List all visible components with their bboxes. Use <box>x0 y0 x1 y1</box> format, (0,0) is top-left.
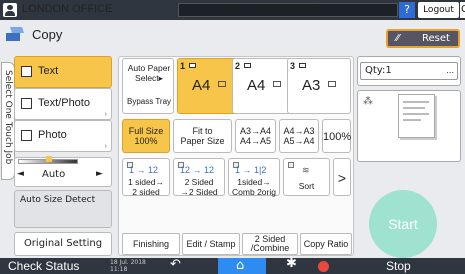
mode-text-button[interactable]: Text <box>14 56 112 88</box>
preview-paper-icon <box>398 94 435 138</box>
mode-text-photo-button[interactable]: Text/Photo › <box>14 88 112 120</box>
mode-photo-button[interactable]: Photo › <box>14 120 112 152</box>
duplex-2-to-2-icon: 12 → 12 <box>180 165 215 175</box>
auto-paper-select-button[interactable]: Auto Paper Select▸ Bypass Tray <box>122 58 174 114</box>
tab-edit-stamp[interactable]: Edit / Stamp <box>182 233 240 255</box>
duplex-1-to-2-icon: 1 → 12 <box>129 165 159 175</box>
ratio-value-button[interactable]: 100% <box>322 119 351 153</box>
start-button[interactable]: Start <box>369 190 437 258</box>
tab-copy-ratio[interactable]: Copy Ratio <box>300 233 352 255</box>
stop-icon <box>318 261 329 272</box>
reduce-preset-button[interactable]: A3→A4 A4→A5 <box>235 119 276 153</box>
enlarge-preset-button[interactable]: A4→A3 A5→A4 <box>279 119 319 153</box>
photo-mode-icon <box>21 130 32 141</box>
tray-icon <box>299 63 306 68</box>
home-button[interactable]: ⌂ <box>218 258 266 274</box>
office-name: LONDON OFFICE <box>22 3 113 15</box>
user-icon <box>3 3 17 17</box>
orientation-icon <box>273 81 281 87</box>
energy-saver-button[interactable]: C <box>460 2 465 18</box>
help-button[interactable]: ? <box>399 2 415 18</box>
tray-1-button[interactable]: 1 A4 <box>177 58 238 114</box>
original-setting-button[interactable]: Original Setting <box>14 232 112 256</box>
tray-2-button[interactable]: 2 A4 <box>232 58 293 114</box>
date-time: 18 Jul. 2018 11:18 <box>110 259 146 273</box>
density-darker-button[interactable]: ► <box>96 169 103 179</box>
more-arrow-icon: › <box>104 143 107 150</box>
reset-button[interactable]: ⁄⁄ Reset <box>386 29 460 48</box>
duplex-1-to-2-button[interactable]: 1 → 12 1 sided→ 2 sided <box>122 158 170 197</box>
logout-button[interactable]: Logout <box>418 2 459 18</box>
combine-icon: 1 → 1|2 <box>235 165 267 175</box>
settings-icon[interactable]: ✱ <box>286 256 297 271</box>
preview-status-icon: ⁂ <box>363 96 373 107</box>
duplex-2-to-2-button[interactable]: 12 → 12 2 Sided →2 Sided <box>173 158 225 197</box>
orientation-icon <box>328 81 336 87</box>
tray-icon <box>244 63 251 68</box>
back-icon[interactable]: ↶ <box>170 257 181 272</box>
auto-size-detect-button[interactable]: Auto Size Detect <box>14 190 112 228</box>
home-icon: ⌂ <box>236 258 245 273</box>
one-touch-job-label: Select One Touch Job <box>3 70 13 165</box>
text-mode-icon <box>21 66 32 77</box>
reset-icon: ⁄⁄ <box>396 33 400 44</box>
quantity-field[interactable]: Qty:1 ... <box>360 62 458 80</box>
check-status-button[interactable]: Check Status <box>8 259 79 273</box>
login-status: Logged in: [LONDON OFFICE] <box>178 3 398 17</box>
page-title: Copy <box>32 27 63 42</box>
fit-to-paper-button[interactable]: Fit to Paper Size <box>173 119 232 153</box>
orientation-icon <box>218 81 226 87</box>
text-photo-mode-icon <box>21 98 32 109</box>
full-size-button[interactable]: Full Size 100% <box>122 119 170 153</box>
more-arrow-icon: › <box>104 111 107 118</box>
sort-button[interactable]: ≋ Sort <box>283 158 330 196</box>
tray-3-button[interactable]: 3 A3 <box>287 58 351 114</box>
sort-icon: ≋ <box>302 165 310 175</box>
density-auto-button[interactable]: Auto <box>42 169 65 180</box>
combine-button[interactable]: 1 → 1|2 1sided→ Comb 2orig <box>228 158 280 197</box>
density-lighter-button[interactable]: ◄ <box>17 169 24 179</box>
next-page-button[interactable]: > <box>333 158 351 196</box>
tab-finishing[interactable]: Finishing <box>122 233 180 255</box>
copy-icon <box>6 27 24 41</box>
density-marker <box>46 156 52 162</box>
tab-2-sided-combine[interactable]: 2 Sided /Combine <box>242 233 298 255</box>
tray-icon <box>189 63 196 68</box>
stop-button[interactable]: Stop <box>386 259 411 273</box>
